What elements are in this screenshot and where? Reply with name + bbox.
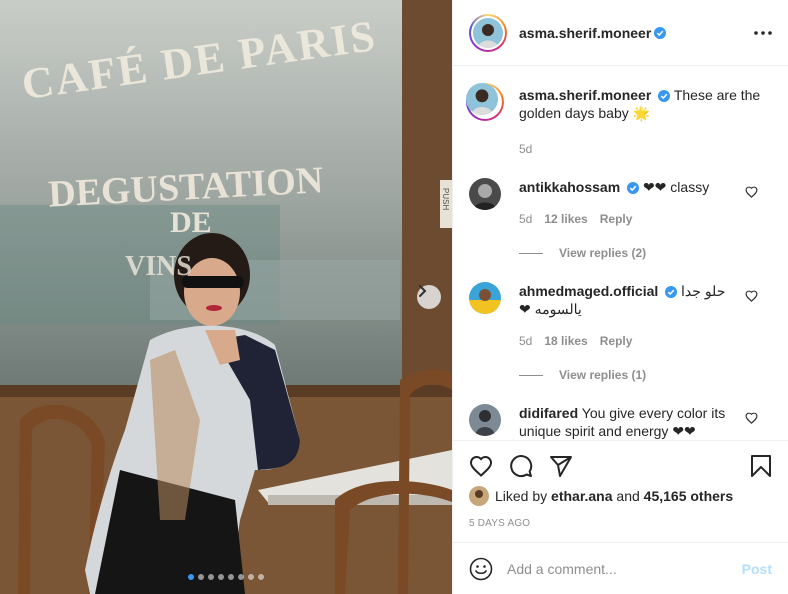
bookmark-icon xyxy=(751,454,771,477)
comment-composer: Post xyxy=(453,542,788,594)
like-comment-heart-icon[interactable] xyxy=(745,290,758,302)
commenter-avatar[interactable] xyxy=(469,404,501,436)
like-comment-heart-icon[interactable] xyxy=(745,186,758,198)
comment-item: ahmedmaged.official حلو جدا يالسومه ❤ 5d… xyxy=(469,282,772,392)
comment-item: antikkahossam ❤❤ classy 5d 12 likes Repl… xyxy=(469,178,772,278)
post-photo[interactable]: CAFÉ DE PARIS DEGUSTATION DE VINS PUSH xyxy=(0,0,452,594)
sign-line-3: DE xyxy=(170,206,212,239)
comment-body: didifared You give every color its uniqu… xyxy=(519,404,744,440)
verified-icon xyxy=(658,90,671,102)
carousel-dot xyxy=(218,574,224,580)
comment-age[interactable]: 5d xyxy=(519,334,532,348)
like-comment-heart-icon[interactable] xyxy=(745,412,758,424)
comment-text: ❤❤ classy xyxy=(642,179,710,195)
next-photo-button[interactable] xyxy=(417,285,441,309)
comments-list[interactable]: asma.sherif.moneer These are the golden … xyxy=(453,66,788,440)
liker-avatar[interactable] xyxy=(469,486,489,506)
commenter-avatar[interactable] xyxy=(469,178,501,210)
carousel-dot xyxy=(248,574,254,580)
carousel-dot xyxy=(188,574,194,580)
door-push-label: PUSH xyxy=(441,188,450,210)
comment-item: didifared You give every color its uniqu… xyxy=(469,404,772,440)
post-header: asma.sherif.moneer xyxy=(453,0,788,66)
emoji-icon[interactable] xyxy=(469,557,493,581)
verified-icon xyxy=(654,26,667,39)
post-comment-button[interactable]: Post xyxy=(742,561,772,577)
view-replies-button[interactable]: View replies (2) xyxy=(519,246,646,260)
author-username[interactable]: asma.sherif.moneer xyxy=(519,25,651,41)
carousel-dot xyxy=(228,574,234,580)
author-avatar-ring[interactable] xyxy=(469,13,507,52)
verified-icon xyxy=(627,182,640,194)
caption-body: asma.sherif.moneer These are the golden … xyxy=(519,86,772,122)
sign-line-4: VINS xyxy=(125,251,192,282)
comment-input[interactable] xyxy=(507,560,742,577)
view-replies-label: View replies (2) xyxy=(559,246,647,260)
comment-body: antikkahossam ❤❤ classy xyxy=(519,178,744,196)
comment-username[interactable]: didifared xyxy=(519,405,578,421)
liked-by-prefix: Liked by xyxy=(495,488,548,504)
carousel-dot xyxy=(238,574,244,580)
author-avatar xyxy=(473,17,503,48)
comment-meta: 5d 12 likes Reply xyxy=(519,212,632,226)
post-side-panel: asma.sherif.moneer asma.sherif.moneer Th… xyxy=(452,0,788,594)
likes-count[interactable]: 45,165 others xyxy=(644,488,734,504)
reply-button[interactable]: Reply xyxy=(600,334,633,348)
caption-age[interactable]: 5d xyxy=(519,142,532,156)
verified-icon xyxy=(665,286,678,298)
post-caption: asma.sherif.moneer These are the golden … xyxy=(466,83,772,160)
comment-icon xyxy=(510,454,533,477)
post-photo-scene: CAFÉ DE PARIS DEGUSTATION DE VINS PUSH xyxy=(0,0,452,594)
chevron-right-icon xyxy=(419,285,427,297)
caption-username[interactable]: asma.sherif.moneer xyxy=(519,87,651,103)
save-button[interactable] xyxy=(750,454,772,478)
more-options-icon[interactable] xyxy=(754,30,772,35)
liked-by-user[interactable]: ethar.ana xyxy=(551,488,612,504)
comment-username[interactable]: ahmedmaged.official xyxy=(519,283,658,299)
caption-avatar-ring[interactable] xyxy=(466,83,504,121)
comment-likes[interactable]: 18 likes xyxy=(544,334,587,348)
heart-icon xyxy=(469,455,493,477)
comment-meta: 5d 18 likes Reply xyxy=(519,334,632,348)
liked-by-and: and xyxy=(616,488,640,504)
likes-summary: Liked by ethar.ana and 45,165 others xyxy=(469,486,772,506)
comment-username[interactable]: antikkahossam xyxy=(519,179,620,195)
carousel-dot xyxy=(198,574,204,580)
post-date[interactable]: 5 DAYS AGO xyxy=(469,518,530,529)
comment-body: ahmedmaged.official حلو جدا يالسومه ❤ xyxy=(519,282,744,318)
caption-avatar xyxy=(466,83,498,115)
share-button[interactable] xyxy=(549,454,573,478)
carousel-dot xyxy=(258,574,264,580)
view-replies-button[interactable]: View replies (1) xyxy=(519,368,646,382)
view-replies-label: View replies (1) xyxy=(559,368,647,382)
post-actions-bar xyxy=(453,440,788,490)
share-icon xyxy=(550,455,572,477)
comment-age[interactable]: 5d xyxy=(519,212,532,226)
comment-button[interactable] xyxy=(509,454,533,478)
carousel-indicator xyxy=(0,574,452,580)
carousel-dot xyxy=(208,574,214,580)
caption-meta: 5d xyxy=(519,142,532,156)
reply-button[interactable]: Reply xyxy=(600,212,633,226)
commenter-avatar[interactable] xyxy=(469,282,501,314)
comment-likes[interactable]: 12 likes xyxy=(544,212,587,226)
like-button[interactable] xyxy=(469,455,493,477)
